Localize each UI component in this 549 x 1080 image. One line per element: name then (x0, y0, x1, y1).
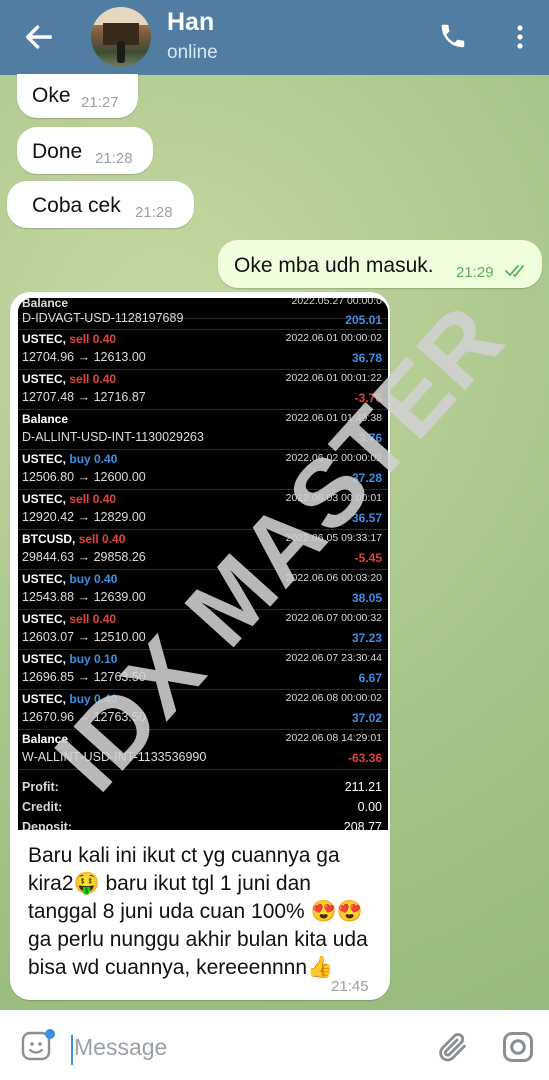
trade-row: USTEC, sell 0.40 2022.06.01 00:01:22 12707… (18, 369, 388, 410)
trade-lot: 0.40 (94, 452, 118, 466)
summary-row: Deposit: 208.77 (18, 818, 388, 830)
trade-prices: D-ALLINT-USD-INT-1130029263 (22, 430, 204, 444)
trade-value: -5.45 (354, 551, 382, 565)
message-text: Oke (32, 84, 71, 107)
double-check-icon (505, 265, 524, 278)
trade-row: USTEC, sell 0.40 2022.06.01 00:00:02 12704… (18, 329, 388, 370)
text-cursor (71, 1035, 73, 1065)
trade-value: 205.01 (345, 313, 382, 327)
trade-symbol: USTEC, (22, 692, 67, 706)
contact-status: online (167, 42, 218, 63)
trade-prices: 12543.88 → 12639.00 (22, 590, 146, 604)
message-time: 21:27 (81, 94, 119, 111)
message-time: 21:29 (456, 264, 494, 281)
trade-prices: 12704.96 → 12613.00 (22, 350, 146, 364)
trade-symbol: USTEC, (22, 572, 67, 586)
trade-prices: 12506.80 → 12600.00 (22, 470, 146, 484)
message-time: 21:28 (95, 150, 133, 167)
trade-date: 2022.06.08 14:29:01 (285, 732, 382, 744)
trade-title: BTCUSD, sell 0.40 (22, 532, 125, 546)
chat-header: Han online (0, 0, 549, 75)
trade-date: 2022.06.01 00:00:02 (285, 332, 382, 344)
summary-row: Credit: 0.00 (18, 798, 388, 818)
trade-title: USTEC, buy 0.40 (22, 452, 117, 466)
trade-title: USTEC, sell 0.40 (22, 332, 116, 346)
trade-lot: 0.40 (102, 532, 126, 546)
trade-prices: 12707.48 → 12716.87 (22, 390, 146, 404)
trade-symbol: USTEC, (22, 652, 67, 666)
trade-value: -63.36 (347, 751, 382, 765)
trade-date: 2022.06.07 23:30:44 (285, 652, 382, 664)
summary-row: Profit: 211.21 (18, 778, 388, 798)
contact-name[interactable]: Han (167, 8, 214, 37)
trade-date: 2022.06.07 00:00:32 (285, 612, 382, 624)
summary-label: Deposit: (22, 820, 72, 830)
message-input[interactable]: Message (74, 1034, 167, 1061)
trade-side: sell (69, 612, 90, 626)
message-bubble-incoming[interactable]: Done 21:28 (17, 127, 153, 174)
trade-title: USTEC, buy 0.40 (22, 572, 117, 586)
trade-title: USTEC, sell 0.40 (22, 492, 116, 506)
trade-symbol: Balance (22, 412, 69, 426)
trade-row: D-IDVAGT-USD-1128197689 205.01 (18, 301, 388, 330)
message-text: Oke mba udh masuk. (234, 254, 434, 277)
trade-side: buy (69, 652, 91, 666)
photo-caption: Baru kali ini ikut ct yg cuannya ga kira… (28, 844, 368, 979)
phone-icon[interactable] (438, 21, 468, 51)
trade-lot: 0.40 (92, 492, 117, 506)
trade-symbol: BTCUSD, (22, 532, 76, 546)
trade-side: sell (69, 332, 90, 346)
trade-symbol: USTEC, (22, 492, 67, 506)
message-text: Coba cek (32, 194, 121, 217)
trade-symbol: USTEC, (22, 452, 67, 466)
message-bubble-incoming[interactable]: Oke 21:27 (17, 74, 138, 118)
trade-prices: 29844.63 → 29858.26 (22, 550, 146, 564)
avatar[interactable] (91, 7, 151, 67)
trade-side: buy (69, 572, 91, 586)
trade-value: 38.05 (351, 591, 382, 605)
message-bubble-outgoing[interactable]: Oke mba udh masuk. 21:29 (218, 240, 542, 288)
summary-value: 211.21 (344, 780, 382, 794)
trade-symbol: USTEC, (22, 372, 67, 386)
trade-detail: D-IDVAGT-USD-1128197689 (22, 311, 184, 325)
trade-value: 37.02 (351, 711, 382, 725)
camera-icon[interactable] (500, 1029, 536, 1065)
trade-lot: 0.40 (92, 372, 117, 386)
trade-lot: 0.40 (94, 572, 118, 586)
trade-side: sell (69, 492, 90, 506)
message-bubble-incoming[interactable]: Coba cek 21:28 (7, 181, 194, 228)
trade-date: 2022.06.08 00:00:02 (285, 692, 382, 704)
trade-title: USTEC, sell 0.40 (22, 612, 116, 626)
trade-lot: 0.40 (92, 612, 117, 626)
trade-prices: 12920.42 → 12829.00 (22, 510, 146, 524)
trade-lot: 0.40 (92, 332, 117, 346)
message-time: 21:28 (135, 204, 173, 221)
summary-label: Profit: (22, 780, 59, 794)
trade-symbol: USTEC, (22, 612, 67, 626)
paperclip-icon[interactable] (436, 1030, 470, 1064)
message-text: Done (32, 140, 83, 163)
trade-side: buy (69, 452, 91, 466)
trade-value: 37.23 (351, 631, 382, 645)
summary-label: Credit: (22, 800, 63, 814)
trade-value: 6.67 (358, 671, 382, 685)
trade-symbol: USTEC, (22, 332, 67, 346)
trade-side: sell (78, 532, 99, 546)
summary-value: 208.77 (343, 820, 382, 830)
message-time: 21:45 (331, 978, 369, 995)
more-vertical-icon[interactable] (510, 22, 530, 52)
trade-side: sell (69, 372, 90, 386)
sticker-icon[interactable] (20, 1028, 56, 1064)
trade-title: USTEC, sell 0.40 (22, 372, 116, 386)
arrow-left-icon[interactable] (22, 20, 56, 54)
trade-title: Balance (22, 412, 68, 426)
summary-value: 0.00 (357, 800, 382, 814)
